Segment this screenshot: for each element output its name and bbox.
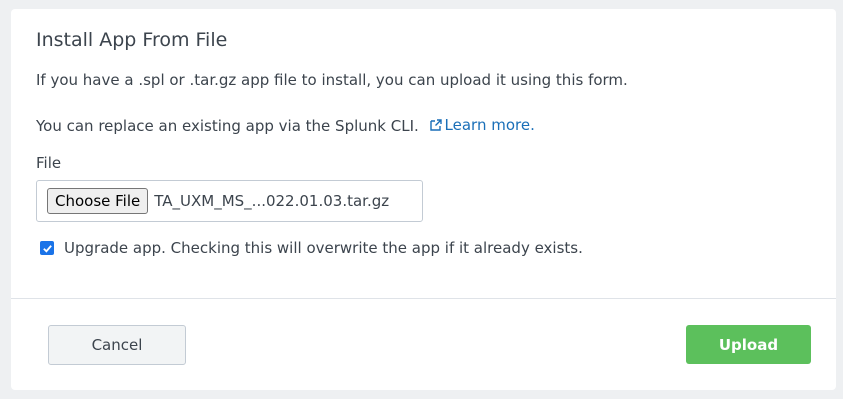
upgrade-label: Upgrade app. Checking this will overwrit… [64, 239, 583, 257]
upgrade-checkbox[interactable] [40, 241, 54, 255]
replace-text: You can replace an existing app via the … [36, 117, 419, 135]
selected-file-name: TA_UXM_MS_...022.01.03.tar.gz [154, 192, 390, 210]
upload-button[interactable]: Upload [686, 325, 811, 364]
checkmark-icon [42, 244, 52, 253]
replace-text-row: You can replace an existing app via the … [36, 116, 535, 135]
footer-divider [11, 298, 836, 299]
choose-file-button[interactable]: Choose File [47, 188, 149, 214]
file-label: File [36, 154, 62, 172]
learn-more-link[interactable]: Learn more. [429, 116, 535, 134]
file-input[interactable]: Choose File TA_UXM_MS_...022.01.03.tar.g… [36, 180, 423, 222]
learn-more-label: Learn more. [444, 116, 535, 134]
modal-title: Install App From File [36, 29, 228, 51]
upgrade-option: Upgrade app. Checking this will overwrit… [40, 239, 583, 257]
intro-text: If you have a .spl or .tar.gz app file t… [36, 71, 628, 89]
install-app-modal: Install App From File If you have a .spl… [11, 9, 836, 390]
external-link-icon [429, 119, 442, 131]
cancel-button[interactable]: Cancel [48, 325, 186, 365]
